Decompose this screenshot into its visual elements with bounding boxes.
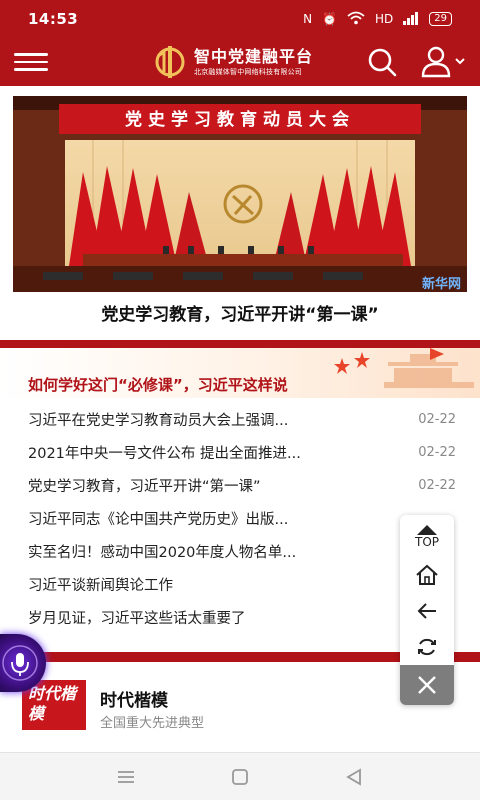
news-item[interactable]: 习近平同志《论中国共产党历史》出版... [28, 502, 456, 535]
status-icons: N ⏰ HD 29 [303, 11, 452, 28]
close-button[interactable] [400, 665, 454, 705]
news-item[interactable]: 习近平在党史学习教育动员大会上强调... 02-22 [28, 403, 456, 436]
back-nav-button[interactable] [342, 767, 366, 787]
status-bar: 14:53 N ⏰ HD 29 [0, 0, 480, 38]
wifi-icon [347, 11, 365, 28]
star-decoration-icon [334, 352, 370, 374]
news-item-date: 02-22 [418, 445, 456, 460]
network-type: HD [375, 12, 394, 26]
card-subtitle: 全国重大先进典型 [100, 716, 205, 731]
square-icon [232, 769, 248, 785]
app-logo: 智中党建融平台 北京融媒体智中网络科技有限公司 [150, 42, 313, 82]
home-nav-button[interactable] [228, 767, 252, 787]
news-item[interactable]: 实至名归！感动中国2020年度人物名单... [28, 535, 456, 568]
caret-up-icon [417, 525, 437, 535]
signal-icon [403, 11, 419, 28]
search-button[interactable] [366, 46, 398, 78]
recent-apps-button[interactable] [114, 767, 138, 787]
news-list: 习近平在党史学习教育动员大会上强调... 02-22 2021年中央一号文件公布… [28, 403, 456, 634]
news-item[interactable]: 岁月见证，习近平这些话太重要了 [28, 601, 456, 634]
menu-button[interactable] [14, 48, 48, 74]
user-icon [421, 46, 465, 78]
search-icon [368, 48, 397, 77]
section-title[interactable]: 如何学好这门“必修课”，习近平这样说 [28, 374, 288, 395]
app-subtitle: 北京融媒体智中网络科技有限公司 [194, 68, 302, 76]
news-item-title: 习近平在党史学习教育动员大会上强调... [28, 413, 289, 429]
home-button[interactable] [400, 557, 454, 593]
card-title: 时代楷模 [100, 691, 168, 711]
hero-image[interactable]: 党史学习教育动员大会 新华网 [13, 96, 467, 292]
nfc-icon: N [303, 12, 313, 26]
triangle-back-icon [346, 768, 361, 786]
app-title: 智中党建融平台 [194, 47, 314, 66]
refresh-icon [418, 638, 436, 656]
news-item-title: 实至名归！感动中国2020年度人物名单... [28, 545, 297, 561]
chevron-down-icon [455, 58, 465, 65]
refresh-button[interactable] [400, 629, 454, 665]
news-item-title: 2021年中央一号文件公布 提出全面推进... [28, 446, 301, 462]
hero-banner-text: 党史学习教育动员大会 [125, 109, 355, 130]
news-item-title: 习近平谈新闻舆论工作 [28, 578, 173, 594]
news-item-date: 02-22 [418, 478, 456, 493]
news-item-title: 党史学习教育，习近平开讲“第一课” [28, 479, 261, 495]
home-icon [416, 564, 438, 585]
hero-watermark: 新华网 [422, 276, 461, 292]
news-item[interactable]: 2021年中央一号文件公布 提出全面推进... 02-22 [28, 436, 456, 469]
system-navigation-bar [0, 752, 480, 800]
back-to-top-label: TOP [414, 535, 439, 549]
logo-icon [155, 46, 185, 78]
floating-toolbar: TOP [400, 515, 454, 705]
voice-assistant-button[interactable] [0, 634, 46, 692]
alarm-icon: ⏰ [322, 12, 337, 26]
battery-level: 29 [429, 12, 452, 26]
close-icon [418, 676, 436, 694]
back-to-top-button[interactable]: TOP [400, 519, 454, 555]
hero-caption[interactable]: 党史学习教育，习近平开讲“第一课” [0, 300, 480, 325]
status-time: 14:53 [28, 10, 79, 28]
app-header: 智中党建融平台 北京融媒体智中网络科技有限公司 [0, 38, 480, 86]
arrow-left-icon [417, 603, 436, 619]
news-item-title: 习近平同志《论中国共产党历史》出版... [28, 512, 289, 528]
user-account-button[interactable] [420, 44, 468, 78]
microphone-icon [2, 645, 38, 681]
section-divider [0, 340, 480, 348]
back-button[interactable] [400, 593, 454, 629]
news-item-title: 岁月见证，习近平这些话太重要了 [28, 611, 246, 627]
news-item[interactable]: 党史学习教育，习近平开讲“第一课” 02-22 [28, 469, 456, 502]
news-item[interactable]: 习近平谈新闻舆论工作 [28, 568, 456, 601]
menu-lines-icon [118, 771, 134, 783]
news-item-date: 02-22 [418, 412, 456, 427]
